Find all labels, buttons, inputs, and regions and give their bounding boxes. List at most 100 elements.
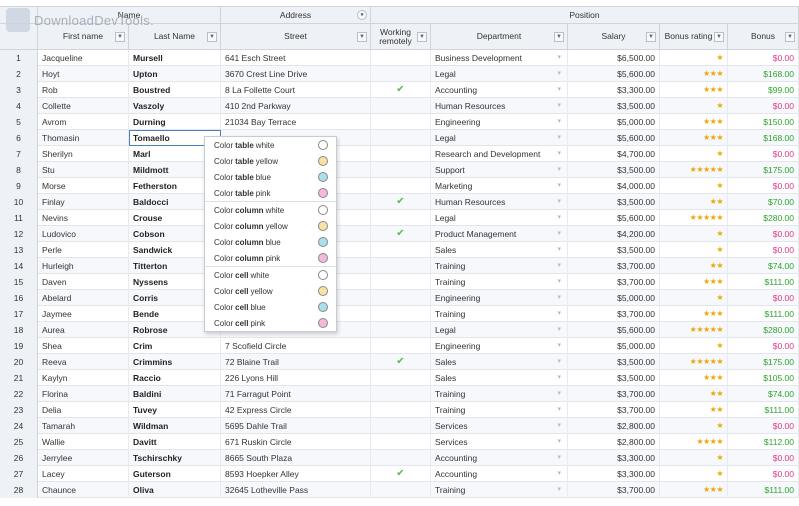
table-row[interactable]: 26 Jerrylee Tschirschky 8665 South Plaza Acc… <box>0 449 799 466</box>
cell-working-remotely[interactable] <box>371 449 431 466</box>
table-row[interactable]: 15 Daven Nyssens Training ▾ $3,700.00 ★★★ $111.… <box>0 273 799 290</box>
table-row[interactable]: 21 Kaylyn Raccio 226 Lyons Hill Sales ▾ $3,500… <box>0 369 799 386</box>
cell-street[interactable]: 641 Esch Street <box>221 49 371 66</box>
cell-bonus[interactable]: $0.00 <box>728 177 799 194</box>
cell-street[interactable]: 226 Lyons Hill <box>221 369 371 386</box>
group-toggle-icon[interactable]: ● <box>357 10 367 20</box>
cell-bonus-rating[interactable]: ★★★ <box>660 113 728 130</box>
cell-street[interactable]: 3670 Crest Line Drive <box>221 65 371 82</box>
table-row[interactable]: 8 Stu Mildmott Support ▾ $3,500.00 ★★★★★ $175.0… <box>0 161 799 178</box>
table-row[interactable]: 28 Chaunce Oliva 32645 Lotheville Pass Train… <box>0 481 799 498</box>
cell-salary[interactable]: $3,500.00 <box>568 193 660 210</box>
cell-department[interactable]: Support ▾ <box>431 161 568 178</box>
cell-first-name[interactable]: Stu <box>38 161 129 178</box>
table-row[interactable]: 16 Abelard Corris Engineering ▾ $5,000.00 ★ $0.… <box>0 289 799 306</box>
cell-department[interactable]: Training ▾ <box>431 385 568 402</box>
cell-department[interactable]: Legal ▾ <box>431 321 568 338</box>
cell-first-name[interactable]: Jaymee <box>38 305 129 322</box>
cell-last-name[interactable]: Boustred <box>129 81 221 98</box>
cell-working-remotely[interactable] <box>371 177 431 194</box>
cell-bonus-rating[interactable]: ★★★ <box>660 369 728 386</box>
cell-bonus[interactable]: $99.00 <box>728 81 799 98</box>
cell-salary[interactable]: $3,500.00 <box>568 241 660 258</box>
cell-working-remotely[interactable] <box>371 481 431 498</box>
cell-department[interactable]: Product Management ▾ <box>431 225 568 242</box>
cell-street[interactable]: 71 Farragut Point <box>221 385 371 402</box>
col-header-bonus[interactable]: Bonus ▼ <box>728 24 799 50</box>
cell-bonus[interactable]: $0.00 <box>728 289 799 306</box>
cell-bonus-rating[interactable]: ★ <box>660 449 728 466</box>
cell-salary[interactable]: $3,700.00 <box>568 385 660 402</box>
cell-salary[interactable]: $5,000.00 <box>568 337 660 354</box>
menu-item-color-table-pink[interactable]: Color table pink <box>205 185 336 201</box>
cell-department[interactable]: Business Development ▾ <box>431 49 568 66</box>
cell-salary[interactable]: $3,500.00 <box>568 369 660 386</box>
cell-working-remotely[interactable] <box>371 129 431 146</box>
cell-street[interactable]: 21034 Bay Terrace <box>221 113 371 130</box>
cell-working-remotely[interactable]: ✔ <box>371 193 431 210</box>
table-row[interactable]: 20 Reeva Crimmins 72 Blaine Trail ✔ Sales ▾ $3,… <box>0 353 799 370</box>
cell-last-name[interactable]: Tschirschky <box>129 449 221 466</box>
cell-department[interactable]: Accounting ▾ <box>431 465 568 482</box>
cell-working-remotely[interactable] <box>371 145 431 162</box>
cell-salary[interactable]: $6,500.00 <box>568 49 660 66</box>
cell-bonus[interactable]: $168.00 <box>728 129 799 146</box>
col-header-working-remotely[interactable]: Working remotely ▼ <box>371 24 431 50</box>
cell-department[interactable]: Legal ▾ <box>431 129 568 146</box>
cell-last-name[interactable]: Vaszoly <box>129 97 221 114</box>
cell-bonus-rating[interactable]: ★★★ <box>660 129 728 146</box>
cell-last-name[interactable]: Wildman <box>129 417 221 434</box>
menu-item-color-table-blue[interactable]: Color table blue <box>205 169 336 185</box>
table-row[interactable]: 24 Tamarah Wildman 5695 Dahle Trail Services… <box>0 417 799 434</box>
cell-department[interactable]: Training ▾ <box>431 481 568 498</box>
cell-salary[interactable]: $3,300.00 <box>568 465 660 482</box>
cell-first-name[interactable]: Ludovico <box>38 225 129 242</box>
cell-first-name[interactable]: Jacqueline <box>38 49 129 66</box>
cell-working-remotely[interactable] <box>371 161 431 178</box>
filter-icon[interactable]: ▼ <box>714 31 724 42</box>
cell-working-remotely[interactable] <box>371 49 431 66</box>
cell-salary[interactable]: $3,700.00 <box>568 401 660 418</box>
cell-first-name[interactable]: Morse <box>38 177 129 194</box>
cell-salary[interactable]: $2,800.00 <box>568 417 660 434</box>
cell-working-remotely[interactable] <box>371 97 431 114</box>
menu-item-color-table-white[interactable]: Color table white <box>205 137 336 153</box>
cell-street[interactable]: 8593 Hoepker Alley <box>221 465 371 482</box>
cell-salary[interactable]: $4,200.00 <box>568 225 660 242</box>
cell-first-name[interactable]: Hurleigh <box>38 257 129 274</box>
menu-item-color-cell-yellow[interactable]: Color cell yellow <box>205 283 336 299</box>
cell-bonus-rating[interactable]: ★ <box>660 225 728 242</box>
cell-last-name[interactable]: Oliva <box>129 481 221 498</box>
menu-item-color-cell-white[interactable]: Color cell white <box>205 267 336 283</box>
cell-bonus[interactable]: $280.00 <box>728 321 799 338</box>
cell-bonus-rating[interactable]: ★★★ <box>660 65 728 82</box>
table-row[interactable]: 3 Rob Boustred 8 La Follette Court ✔ Accounti… <box>0 81 799 98</box>
filter-icon[interactable]: ▼ <box>115 31 125 42</box>
cell-bonus-rating[interactable]: ★★ <box>660 193 728 210</box>
table-row[interactable]: 23 Delia Tuvey 42 Express Circle Training ▾ $3… <box>0 401 799 418</box>
cell-first-name[interactable]: Rob <box>38 81 129 98</box>
table-row[interactable]: 22 Florina Baldini 71 Farragut Point Trainin… <box>0 385 799 402</box>
cell-department[interactable]: Training ▾ <box>431 401 568 418</box>
menu-item-color-cell-pink[interactable]: Color cell pink <box>205 315 336 331</box>
cell-department[interactable]: Engineering ▾ <box>431 113 568 130</box>
cell-bonus-rating[interactable]: ★★★★★ <box>660 353 728 370</box>
cell-department[interactable]: Sales ▾ <box>431 369 568 386</box>
cell-bonus[interactable]: $0.00 <box>728 417 799 434</box>
table-row[interactable]: 13 Perle Sandwick Sales ▾ $3,500.00 ★ $0.00 <box>0 241 799 258</box>
filter-icon[interactable]: ▼ <box>207 31 217 42</box>
cell-bonus[interactable]: $111.00 <box>728 481 799 498</box>
cell-working-remotely[interactable] <box>371 257 431 274</box>
cell-bonus[interactable]: $74.00 <box>728 385 799 402</box>
cell-salary[interactable]: $2,800.00 <box>568 433 660 450</box>
cell-last-name[interactable]: Mursell <box>129 49 221 66</box>
cell-department[interactable]: Sales ▾ <box>431 241 568 258</box>
cell-bonus-rating[interactable]: ★★★★ <box>660 433 728 450</box>
cell-bonus-rating[interactable]: ★★★ <box>660 273 728 290</box>
table-row[interactable]: 9 Morse Fetherston Marketing ▾ $4,000.00 ★ $0.0… <box>0 177 799 194</box>
filter-icon[interactable]: ▼ <box>554 31 564 42</box>
cell-department[interactable]: Services ▾ <box>431 433 568 450</box>
table-row[interactable]: 5 Avrom Durning 21034 Bay Terrace Engineerin… <box>0 113 799 130</box>
cell-first-name[interactable]: Reeva <box>38 353 129 370</box>
cell-salary[interactable]: $4,000.00 <box>568 177 660 194</box>
